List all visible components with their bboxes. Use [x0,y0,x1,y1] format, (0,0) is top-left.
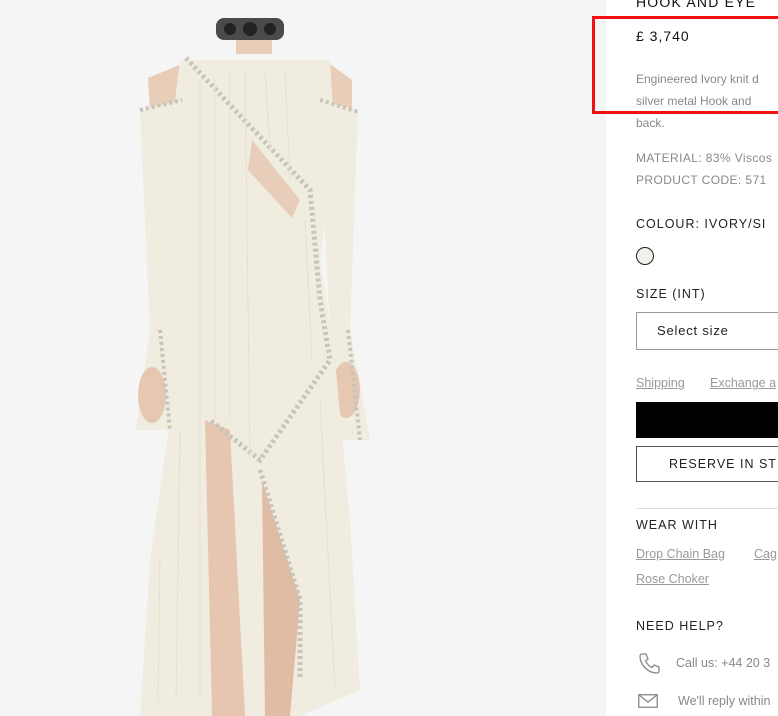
product-code: PRODUCT CODE: 571 [636,173,767,187]
call-us-text[interactable]: Call us: +44 20 3 [676,656,770,670]
dress-illustration [136,18,370,716]
product-description-line-3: back. [636,116,665,130]
product-title: HOOK AND EYE [636,0,757,10]
product-info-panel: HOOK AND EYE £ 3,740 Engineered Ivory kn… [636,0,778,716]
size-label: SIZE (INT) [636,287,706,301]
envelope-icon [638,694,658,713]
phone-icon [638,652,660,679]
need-help-heading: NEED HELP? [636,619,724,633]
size-select[interactable]: Select size [636,312,778,350]
product-image[interactable] [0,0,606,716]
colour-swatch-ivory[interactable] [636,247,654,265]
wear-with-heading: WEAR WITH [636,518,718,532]
product-description-line-2: silver metal Hook and [636,94,752,108]
product-description-line-1: Engineered Ivory knit d [636,72,759,86]
colour-label: COLOUR: IVORY/SI [636,217,767,231]
shipping-link[interactable]: Shipping [636,376,685,390]
product-material: MATERIAL: 83% Viscos [636,151,773,165]
divider [636,508,778,509]
wear-with-item-rose-choker[interactable]: Rose Choker [636,572,709,586]
wear-with-item-drop-chain-bag[interactable]: Drop Chain Bag [636,547,725,561]
wear-with-item-cag[interactable]: Cag [754,547,777,561]
email-reply-text[interactable]: We'll reply within [678,694,770,708]
reserve-in-store-button[interactable]: RESERVE IN ST [636,446,778,482]
add-to-bag-button[interactable] [636,402,778,438]
exchange-link[interactable]: Exchange a [710,376,776,390]
product-price: £ 3,740 [636,28,690,44]
